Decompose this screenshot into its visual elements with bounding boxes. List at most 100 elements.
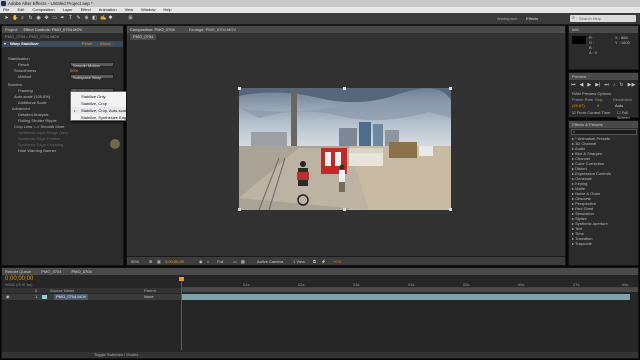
layer-name[interactable]: PMO_0704.MOV <box>54 294 89 300</box>
ram-preview-icon[interactable]: ▶▶ <box>628 82 636 88</box>
bounding-handle-bottom[interactable] <box>343 208 346 211</box>
tab-timeline-comp-1[interactable]: PMO_0704 <box>41 268 61 275</box>
next-frame-icon[interactable]: ▶| <box>595 82 600 88</box>
selection-tool-icon[interactable]: ➤ <box>4 16 9 21</box>
roto-brush-icon[interactable]: ✍ <box>100 16 106 21</box>
bounding-handle-bl[interactable] <box>238 208 241 211</box>
toggle-pixel-aspect-icon[interactable]: ⧉ <box>313 259 316 264</box>
layer-duration-bar[interactable] <box>182 294 630 300</box>
time-ruler[interactable]: 01s 02s 03s 04s 05s 06s 07s 08s <box>182 276 638 288</box>
axis-mode-icon[interactable]: ⊞ <box>128 16 133 21</box>
col-parent[interactable]: Parent <box>144 288 156 293</box>
pan-behind-tool-icon[interactable]: ✥ <box>44 16 49 21</box>
tab-project[interactable]: Project <box>5 26 17 33</box>
effect-controls-tabs: Project Effect Controls: PMO_0704.MOV <box>2 26 123 33</box>
fast-preview-icon[interactable]: ⚡ <box>321 259 326 264</box>
effect-header-row[interactable]: ▾ Warp Stabilizer Reset About... <box>2 41 123 47</box>
current-time-display[interactable]: 0;00;00;00 <box>165 259 184 264</box>
full-screen-checkbox[interactable]: ☐ Full Screen <box>617 110 638 120</box>
col-source-name[interactable]: Source Name <box>50 288 74 293</box>
channel-icon[interactable]: ◐ <box>207 259 209 264</box>
first-frame-icon[interactable]: ⏮ <box>571 82 576 88</box>
audio-icon[interactable]: ♪ <box>613 82 616 88</box>
camera-tool-icon[interactable]: ◉ <box>36 16 41 21</box>
tab-render-queue[interactable]: Render Queue <box>5 268 31 275</box>
effect-name: Warp Stabilizer <box>10 41 39 46</box>
safe-zones-icon[interactable]: ⊞ <box>149 259 152 264</box>
info-readout: R : G : B : A : 0 <box>589 35 597 55</box>
effect-category-item[interactable]: ▸ Trapcode <box>569 241 638 246</box>
search-help-field[interactable]: ⌕ Search Help <box>570 15 636 22</box>
expand-triangle-icon[interactable]: ▾ <box>4 41 6 47</box>
region-of-interest-icon[interactable]: ▭ <box>233 259 237 264</box>
playhead-line <box>181 278 182 350</box>
mask-tool-icon[interactable]: ▭ <box>52 16 57 21</box>
tick-label: 05s <box>463 282 470 287</box>
resolution-select[interactable]: Full <box>217 259 223 264</box>
frame-rate-value[interactable]: (29.97) <box>572 103 585 108</box>
hand-tool-icon[interactable]: ✋ <box>12 16 18 21</box>
prev-frame-icon[interactable]: ◀ <box>580 82 584 88</box>
preview-panel: Preview ⏮ ◀ ▶ ▶| ⏭ ♪ ↻ ▶▶ RAM Preview Op… <box>568 72 639 120</box>
bounding-handle-tr[interactable] <box>449 87 452 90</box>
clone-tool-icon[interactable]: ⊕ <box>84 16 89 21</box>
tab-footage[interactable]: Footage: PMO_0704.MOV <box>189 26 236 33</box>
tab-effect-controls[interactable]: Effect Controls: PMO_0704.MOV <box>23 26 82 33</box>
tools-bar: ➤ ✋ ⌕ ↻ ◉ ✥ ▭ ✒ T ✎ ⊕ ◧ ✍ ✱ ⊞ Workspace:… <box>0 13 640 25</box>
loop-icon[interactable]: ↻ <box>619 82 623 88</box>
toggle-switches-modes[interactable]: Toggle Switches / Modes <box>94 352 138 358</box>
effects-search-field[interactable]: ⌕ <box>571 129 637 135</box>
work-area-bar[interactable] <box>182 288 638 292</box>
view-layout-select[interactable]: 1 View <box>293 259 305 264</box>
prop-hide-warning-banner[interactable]: Hide Warning Banner <box>18 148 56 154</box>
type-tool-icon[interactable]: T <box>68 16 73 21</box>
bounding-handle-tl[interactable] <box>238 87 241 90</box>
exposure-value[interactable]: +0.0 <box>333 259 341 264</box>
brush-tool-icon[interactable]: ✎ <box>76 16 81 21</box>
snapshot-icon[interactable]: ◉ <box>199 259 203 264</box>
info-y: Y : 1600 <box>615 40 630 45</box>
footage-icon <box>42 295 47 299</box>
timeline-frame-info: 00000 (29.97 fps) <box>5 283 33 287</box>
footage-frame-image <box>239 88 451 210</box>
last-frame-icon[interactable]: ⏭ <box>604 82 609 88</box>
result-select[interactable]: Smooth Motion <box>70 62 114 68</box>
bounding-handle-br[interactable] <box>449 208 452 211</box>
zoom-tool-icon[interactable]: ⌕ <box>20 16 25 21</box>
comp-name-tab[interactable]: PMO_0704 <box>130 34 157 40</box>
tab-effects-presets[interactable]: Effects & Presets <box>569 121 638 128</box>
layer-column-header: # Source Name Parent <box>2 288 181 293</box>
method-select[interactable]: Subspace Warp <box>70 74 114 80</box>
visibility-eye-icon[interactable]: ◉ <box>6 294 10 300</box>
layer-parent-select[interactable]: None <box>144 294 154 300</box>
workspace-select[interactable]: Effects <box>526 16 538 21</box>
bounding-handle-top[interactable] <box>343 87 346 90</box>
grid-icon[interactable]: ▦ <box>157 259 161 264</box>
from-current-time-checkbox[interactable]: ☑ From Current Time <box>572 110 610 115</box>
tab-preview[interactable]: Preview <box>569 73 638 80</box>
rotate-tool-icon[interactable]: ↻ <box>28 16 33 21</box>
table-row[interactable]: ◉ 1 PMO_0704.MOV None <box>2 294 181 300</box>
playhead-handle[interactable] <box>179 277 184 281</box>
composition-panel: Composition: PMO_0704 Footage: PMO_0704.… <box>126 25 566 266</box>
camera-select[interactable]: Active Camera <box>257 259 283 264</box>
search-icon: ⌕ <box>572 15 575 21</box>
composition-viewer[interactable] <box>239 88 451 210</box>
reset-link[interactable]: Reset <box>82 41 92 47</box>
ram-preview-options[interactable]: RAM Preview Options <box>572 91 611 96</box>
resolution-value[interactable]: Auto <box>615 103 623 108</box>
pen-tool-icon[interactable]: ✒ <box>60 16 65 21</box>
tab-composition[interactable]: Composition: PMO_0704 <box>130 26 175 33</box>
timeline-current-time[interactable]: 0;00;00;00 <box>5 276 33 282</box>
transparency-grid-icon[interactable]: ▩ <box>241 259 245 264</box>
magnification-select[interactable]: 50% <box>131 259 139 264</box>
tab-info[interactable]: Info <box>569 26 638 33</box>
tab-timeline-comp-2[interactable]: PMO_0704 <box>71 268 91 275</box>
puppet-tool-icon[interactable]: ✱ <box>108 16 113 21</box>
info-a: A : 0 <box>589 50 598 55</box>
skip-value[interactable]: 0 <box>597 103 599 108</box>
eraser-tool-icon[interactable]: ◧ <box>92 16 97 21</box>
about-link[interactable]: About... <box>100 41 114 47</box>
window-title: Adobe After Effects - Untitled Project.a… <box>8 1 93 6</box>
play-icon[interactable]: ▶ <box>587 82 591 88</box>
